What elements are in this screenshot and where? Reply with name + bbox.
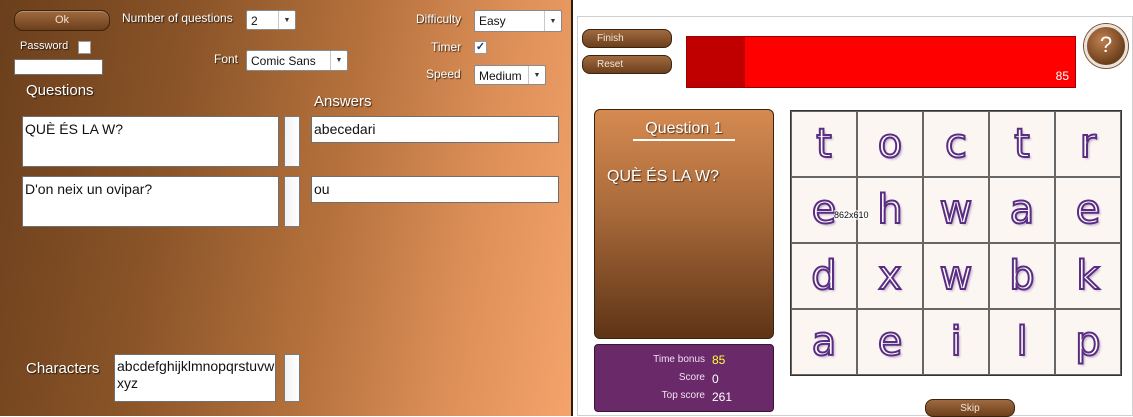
letter-tile[interactable]: l <box>989 309 1055 375</box>
characters-input[interactable]: abcdefghijklmnopqrstuvwxyz <box>114 354 276 402</box>
password-label: Password <box>20 40 69 52</box>
score-value: 0 <box>712 372 719 386</box>
letter-tile[interactable]: p <box>1055 309 1121 375</box>
num-questions-select[interactable]: 2 ▼ <box>246 10 296 30</box>
answers-header: Answers <box>314 93 372 110</box>
letter-tile[interactable]: e <box>857 309 923 375</box>
question-text: QUÈ ÉS LA W? <box>607 168 720 185</box>
time-bonus-label: Time bonus <box>653 354 705 365</box>
num-questions-value: 2 <box>251 14 258 28</box>
chevron-down-icon: ▼ <box>528 66 545 84</box>
answer-input-1[interactable]: abecedari <box>311 116 559 143</box>
password-input[interactable] <box>14 59 103 75</box>
question-scrollbar-2[interactable] <box>284 176 300 227</box>
speed-select[interactable]: Medium ▼ <box>474 65 546 85</box>
top-score-label: Top score <box>661 390 705 401</box>
letter-tile[interactable]: a <box>989 177 1055 243</box>
finish-button[interactable]: Finish <box>582 29 672 48</box>
question-panel: Question 1 QUÈ ÉS LA W? <box>594 109 774 339</box>
skip-button[interactable]: Skip <box>925 399 1015 417</box>
question-input-1[interactable]: QUÈ ÉS LA W? <box>22 116 279 167</box>
letter-tile[interactable]: w <box>923 243 989 309</box>
question-scrollbar-1[interactable] <box>284 116 300 167</box>
timer-value: 85 <box>1055 69 1069 83</box>
difficulty-label: Difficulty <box>416 12 462 26</box>
answer-input-2[interactable]: ou <box>311 176 559 203</box>
letter-tile[interactable]: k <box>1055 243 1121 309</box>
letter-grid: toctrehwaedxwbkaeilp <box>790 110 1122 376</box>
reset-button[interactable]: Reset <box>582 55 672 74</box>
password-checkbox[interactable] <box>78 41 91 54</box>
letter-tile[interactable]: a <box>791 309 857 375</box>
letter-tile[interactable]: c <box>923 111 989 177</box>
letter-tile[interactable]: i <box>923 309 989 375</box>
difficulty-select[interactable]: Easy ▼ <box>474 10 562 32</box>
questions-header: Questions <box>26 82 94 99</box>
question-editor-panel: Ok Number of questions 2 ▼ Password Font… <box>0 0 573 416</box>
chevron-down-icon: ▼ <box>278 11 295 29</box>
score-label: Score <box>678 372 705 383</box>
game-preview-panel: Finish Reset 85 ? Question 1 QUÈ ÉS LA W… <box>577 16 1133 417</box>
speed-label: Speed <box>426 67 461 81</box>
question-title: Question 1 <box>633 120 735 141</box>
letter-tile[interactable]: o <box>857 111 923 177</box>
speed-value: Medium <box>479 69 522 83</box>
question-input-2[interactable]: D'on neix un ovipar? <box>22 176 279 227</box>
score-panel: Time bonus 85 Score 0 Top score 261 <box>594 344 774 412</box>
num-questions-label: Number of questions <box>122 11 233 25</box>
difficulty-value: Easy <box>479 14 506 28</box>
timer-bar: 85 <box>686 36 1076 88</box>
letter-tile[interactable]: d <box>791 243 857 309</box>
font-select[interactable]: Comic Sans ▼ <box>246 50 348 71</box>
timer-checkbox[interactable]: ✓ <box>474 41 487 54</box>
chevron-down-icon: ▼ <box>544 11 561 31</box>
letter-tile[interactable]: b <box>989 243 1055 309</box>
font-value: Comic Sans <box>251 54 316 68</box>
letter-tile[interactable]: t <box>989 111 1055 177</box>
letter-tile[interactable]: t <box>791 111 857 177</box>
question-mark-icon: ? <box>1099 32 1113 57</box>
size-overlay-text: 862x610 <box>834 210 869 220</box>
characters-scrollbar[interactable] <box>284 354 300 402</box>
letter-tile[interactable]: e <box>1055 177 1121 243</box>
characters-label: Characters <box>26 360 100 377</box>
timer-bar-elapsed <box>687 37 746 87</box>
letter-tile[interactable]: w <box>923 177 989 243</box>
chevron-down-icon: ▼ <box>330 51 347 70</box>
letter-tile[interactable]: x <box>857 243 923 309</box>
ok-button[interactable]: Ok <box>14 10 110 31</box>
letter-tile[interactable]: r <box>1055 111 1121 177</box>
time-bonus-value: 85 <box>712 353 726 367</box>
top-score-value: 261 <box>712 390 733 404</box>
checkmark-icon: ✓ <box>475 41 486 53</box>
help-button[interactable]: ? <box>1084 24 1128 68</box>
font-label: Font <box>214 52 239 66</box>
timer-label: Timer <box>431 40 462 54</box>
